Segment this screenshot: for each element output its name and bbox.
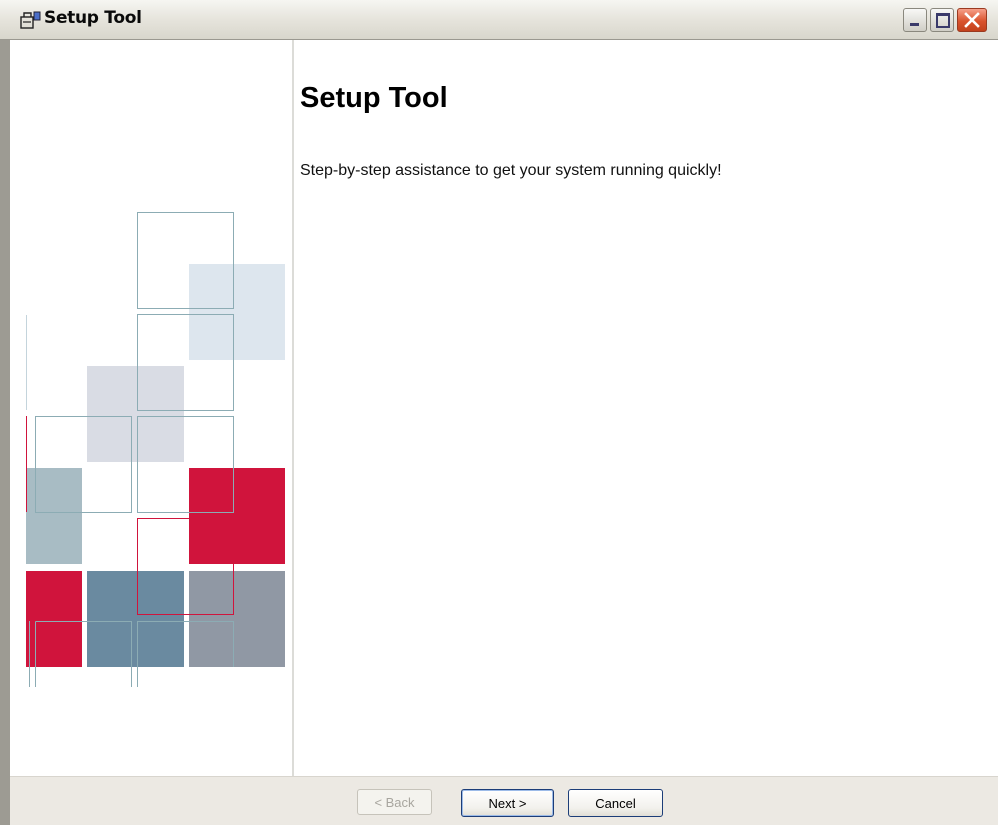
next-button[interactable]: Next > bbox=[461, 789, 554, 817]
setup-tool-app-icon bbox=[20, 10, 42, 30]
wizard-button-bar: < Back Next > Cancel bbox=[10, 776, 998, 825]
page-title: Setup Tool bbox=[300, 82, 448, 114]
cancel-button[interactable]: Cancel bbox=[568, 789, 663, 817]
window-left-frame bbox=[0, 40, 10, 825]
close-icon[interactable] bbox=[957, 8, 987, 32]
page-subtitle: Step-by-step assistance to get your syst… bbox=[300, 162, 722, 179]
title-bar[interactable]: Setup Tool bbox=[0, 0, 998, 40]
decorative-squares-graphic bbox=[26, 212, 285, 687]
maximize-icon[interactable] bbox=[930, 8, 954, 32]
window-title: Setup Tool bbox=[44, 8, 142, 28]
wizard-side-panel bbox=[10, 40, 294, 776]
setup-window: Setup Tool Setup Tool Step-by-step assis… bbox=[0, 0, 998, 825]
back-button[interactable]: < Back bbox=[357, 789, 432, 815]
wizard-content: Setup Tool Step-by-step assistance to ge… bbox=[300, 40, 990, 776]
window-right-frame bbox=[992, 40, 998, 825]
minimize-icon[interactable] bbox=[903, 8, 927, 32]
